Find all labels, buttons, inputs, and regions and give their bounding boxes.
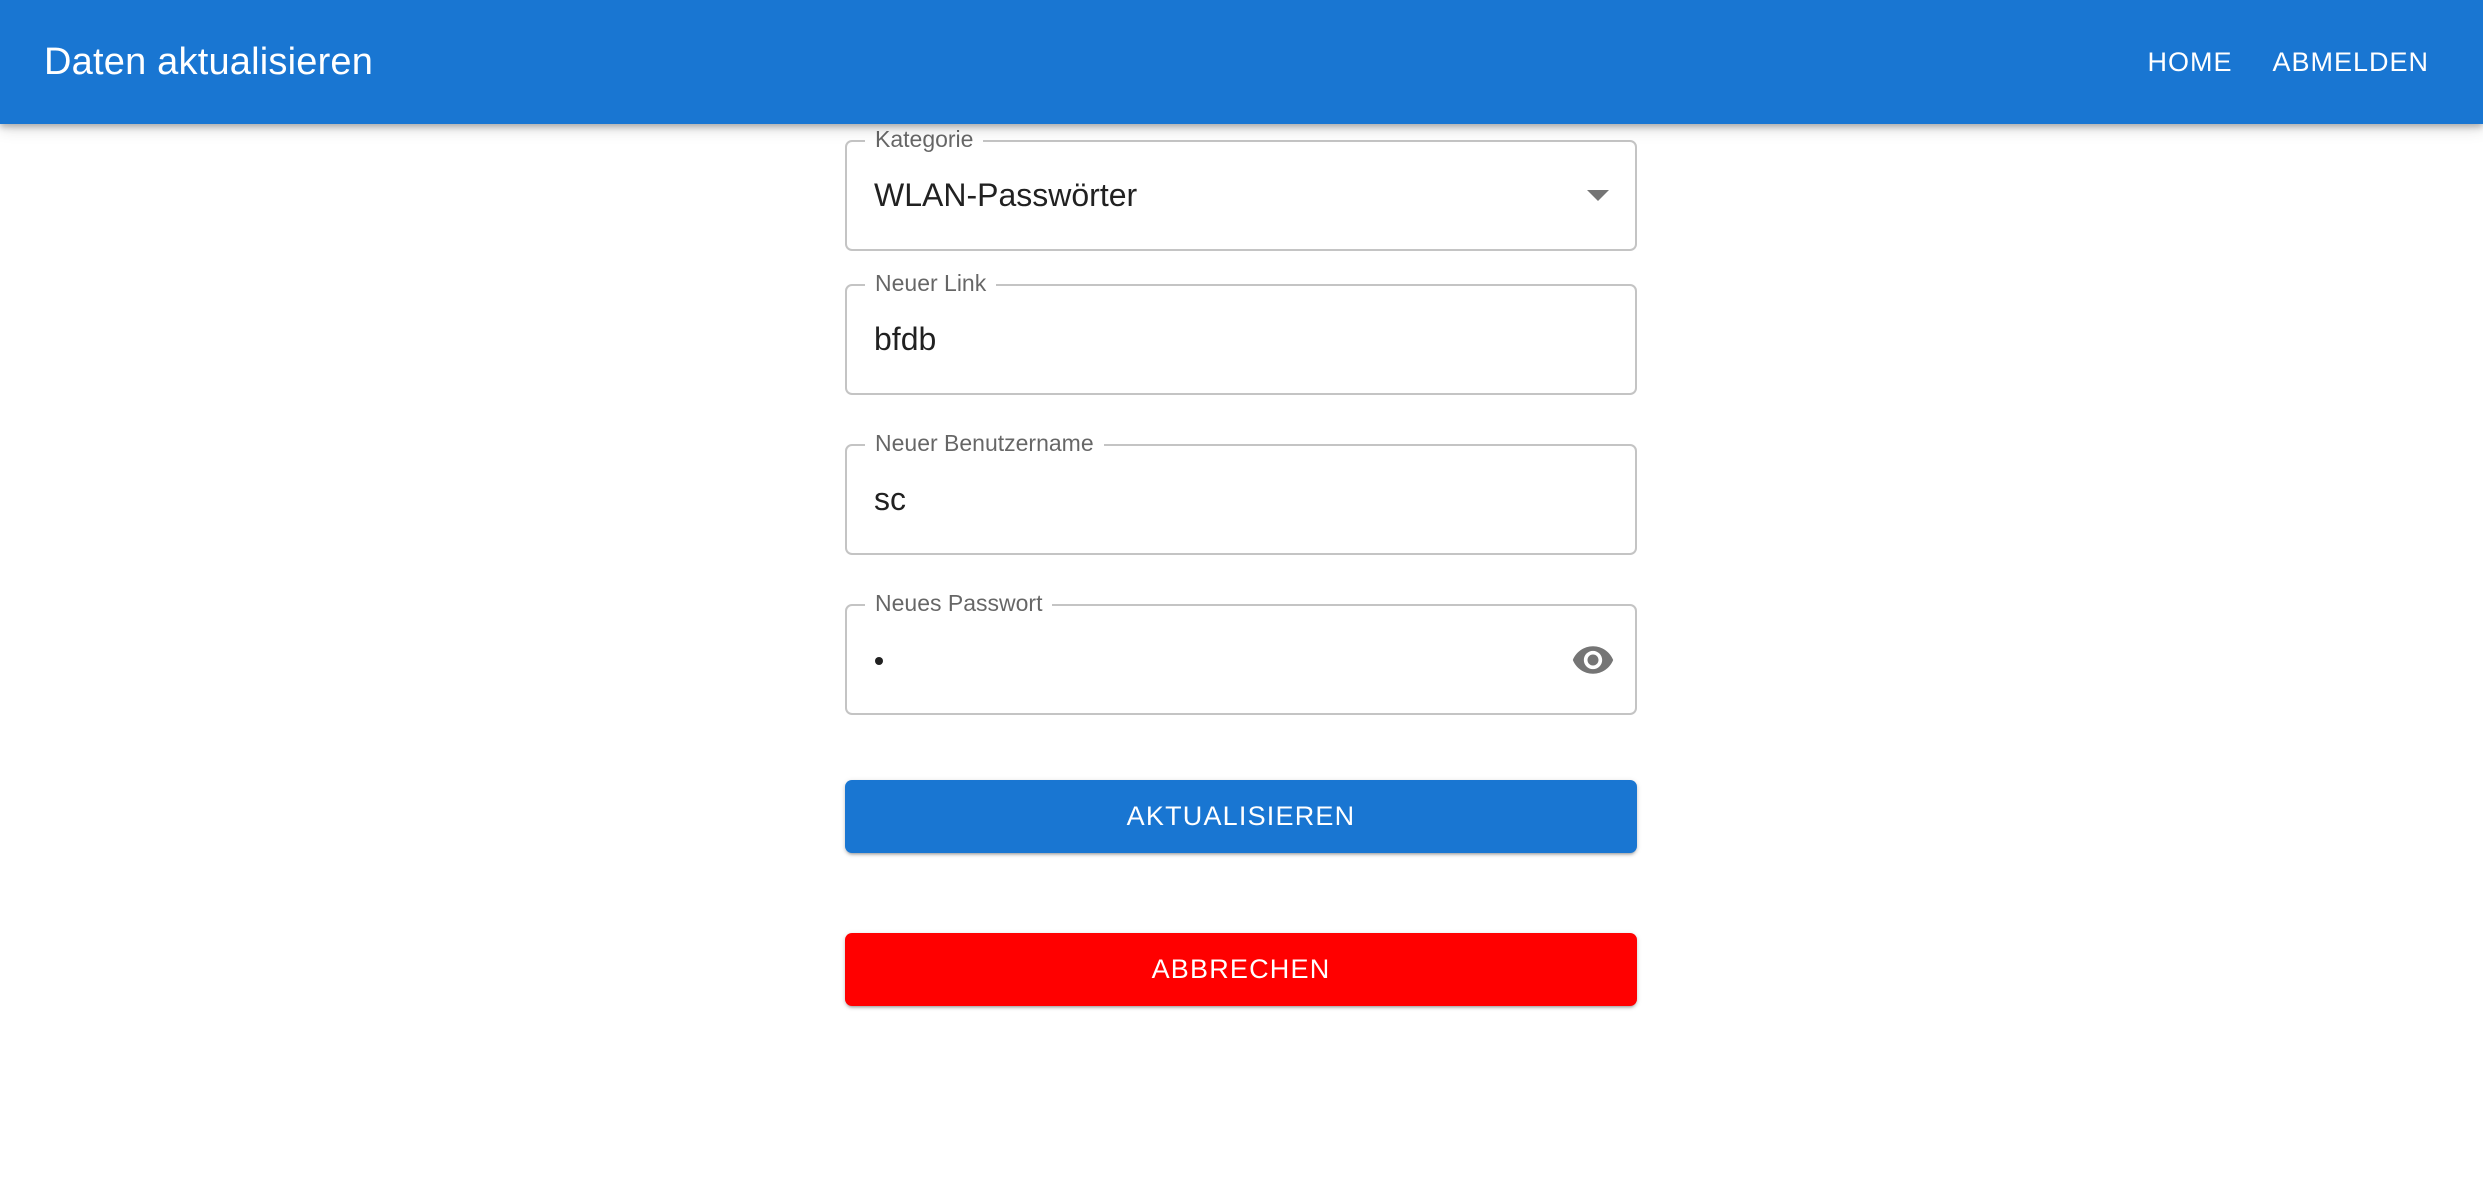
page-title: Daten aktualisieren [44,40,374,83]
username-field: Neuer Benutzername [845,428,1637,555]
chevron-down-icon[interactable] [1587,190,1609,201]
password-label: Neues Passwort [865,588,1053,618]
username-input[interactable] [874,446,1554,553]
update-button[interactable]: AKTUALISIEREN [845,780,1637,853]
link-field: Neuer Link [845,268,1637,395]
logout-button[interactable]: ABMELDEN [2262,35,2439,90]
category-select[interactable]: Kategorie WLAN-Passwörter [845,124,1637,251]
home-button[interactable]: HOME [2137,35,2242,90]
app-bar: Daten aktualisieren HOME ABMELDEN [0,0,2483,124]
appbar-nav: HOME ABMELDEN [2137,35,2439,90]
link-input[interactable] [874,286,1554,393]
password-field: Neues Passwort [845,588,1637,715]
password-input[interactable] [875,657,883,665]
category-value: WLAN-Passwörter [874,177,1138,213]
cancel-button[interactable]: ABBRECHEN [845,933,1637,1006]
eye-icon[interactable] [1569,638,1617,682]
